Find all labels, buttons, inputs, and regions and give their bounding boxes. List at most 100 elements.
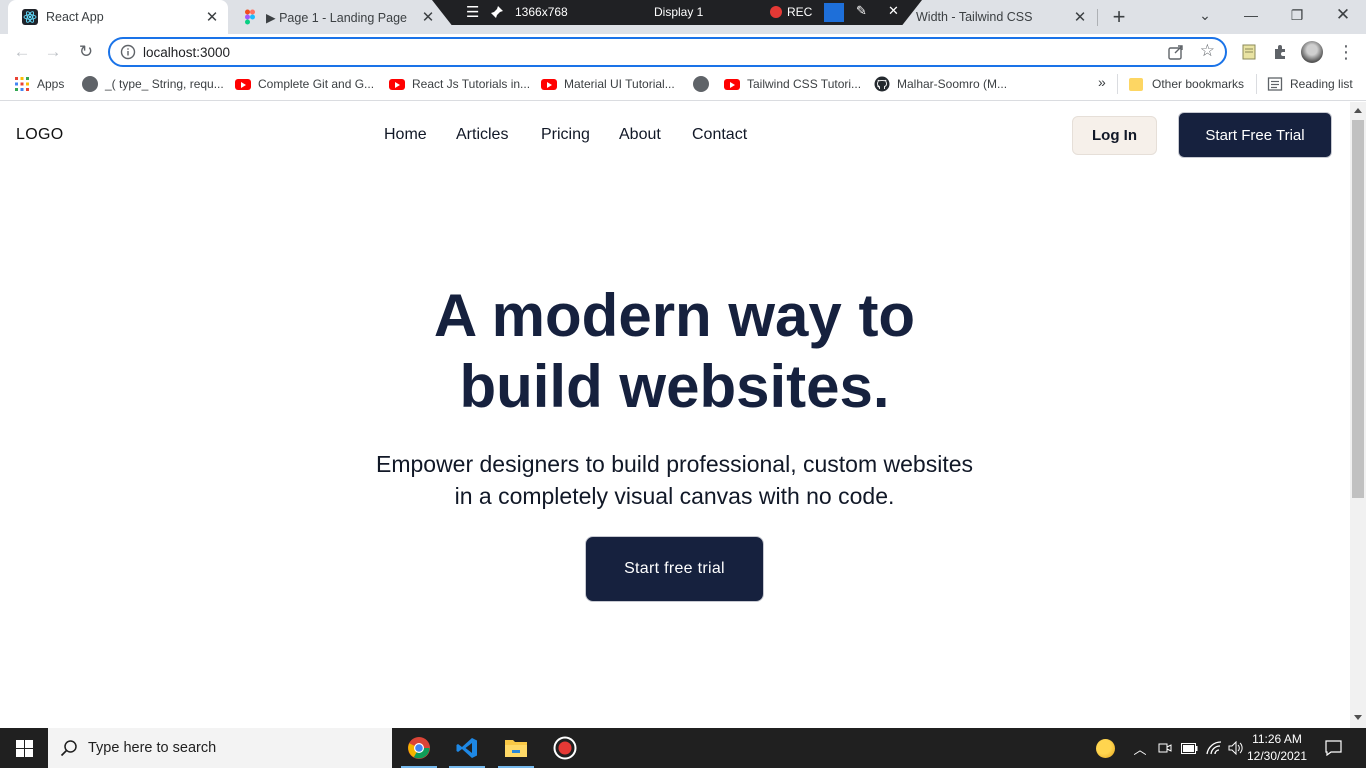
close-recorder-icon[interactable]: ✕: [888, 3, 899, 19]
vscode-icon: [456, 738, 477, 758]
system-clock[interactable]: 11:26 AM 12/30/2021: [1246, 731, 1308, 765]
bookmark-material-ui[interactable]: Material UI Tutorial...: [541, 76, 675, 92]
back-button[interactable]: ←: [9, 39, 35, 65]
draw-tool-icon[interactable]: [824, 3, 844, 22]
address-bar[interactable]: localhost:3000 ☆: [108, 37, 1227, 67]
reading-list[interactable]: Reading list: [1267, 76, 1353, 92]
youtube-icon: [389, 76, 405, 92]
tab-figma-landing-page[interactable]: ▶ Page 1 - Landing Page ✕: [228, 0, 444, 34]
hero-title-line: A modern way to: [433, 282, 916, 349]
start-free-trial-button[interactable]: Start Free Trial: [1178, 112, 1332, 158]
profile-avatar[interactable]: [1299, 39, 1325, 65]
menu-icon[interactable]: ☰: [466, 3, 479, 21]
figma-icon: [245, 9, 255, 25]
meet-now-icon[interactable]: [1156, 728, 1174, 768]
browser-toolbar: ← → ↻ localhost:3000 ☆ ⋮: [0, 34, 1366, 70]
notifications-icon[interactable]: [1320, 728, 1346, 768]
reading-mode-icon[interactable]: [1236, 39, 1262, 65]
globe-icon: [82, 76, 98, 92]
bookmark-divider: [1117, 74, 1118, 94]
recorder-icon: [553, 736, 577, 760]
record-dot-icon: [770, 6, 782, 18]
close-tab-icon[interactable]: ✕: [418, 7, 438, 27]
tab-react-app[interactable]: React App ✕: [8, 0, 228, 34]
hero-cta-button[interactable]: Start free trial: [585, 536, 764, 602]
battery-icon[interactable]: [1179, 728, 1199, 768]
react-icon: [22, 9, 38, 25]
bookmark-tailwind[interactable]: Tailwind CSS Tutori...: [724, 76, 861, 92]
bookmark-react[interactable]: React Js Tutorials in...: [389, 76, 530, 92]
scroll-up-arrow-icon[interactable]: [1354, 108, 1362, 113]
volume-icon[interactable]: [1226, 728, 1246, 768]
restore-button[interactable]: ❐: [1274, 0, 1320, 30]
reload-button[interactable]: ↻: [73, 39, 99, 65]
close-window-button[interactable]: ✕: [1320, 0, 1366, 30]
recorder-resolution: 1366x768: [515, 5, 568, 19]
taskbar-search-box[interactable]: Type here to search: [48, 728, 392, 768]
other-bookmarks-label: Other bookmarks: [1152, 77, 1245, 91]
pin-icon[interactable]: [490, 5, 504, 19]
close-tab-icon[interactable]: ✕: [202, 7, 222, 27]
close-tab-icon[interactable]: ✕: [1070, 7, 1090, 27]
hero-subtitle-line: Empower designers to build professional,…: [375, 451, 973, 477]
wifi-icon[interactable]: [1204, 728, 1224, 768]
recorder-rec-label[interactable]: REC: [787, 5, 812, 19]
page-scrollbar[interactable]: [1350, 102, 1366, 728]
hero-title: A modern way to build websites.: [300, 280, 1049, 422]
minimize-button[interactable]: —: [1228, 0, 1274, 30]
bookmark-globe[interactable]: [693, 76, 716, 92]
chrome-icon: [408, 737, 430, 759]
new-tab-button[interactable]: +: [1107, 4, 1131, 29]
show-hidden-icons-icon[interactable]: ︿: [1130, 728, 1150, 768]
screen: React App ✕ ▶ Page 1 - Landing Page ✕ Wi…: [0, 0, 1366, 768]
forward-button[interactable]: →: [40, 39, 66, 65]
hero-subtitle: Empower designers to build professional,…: [300, 448, 1049, 512]
bookmark-github[interactable]: Malhar-Soomro (M...: [874, 76, 1007, 92]
bookmark-label: React Js Tutorials in...: [412, 77, 531, 91]
taskbar-vscode[interactable]: [443, 728, 491, 768]
scrollbar-thumb[interactable]: [1352, 120, 1364, 498]
search-placeholder: Type here to search: [88, 740, 217, 756]
bookmark-label: _( type_ String, requ...: [105, 77, 224, 91]
bookmark-type-string[interactable]: _( type_ String, requ...: [82, 76, 224, 92]
apps-grid-icon: [15, 77, 29, 91]
pen-icon[interactable]: ✎: [856, 3, 867, 19]
nav-home[interactable]: Home: [384, 126, 427, 144]
bookmark-label: Complete Git and G...: [258, 77, 375, 91]
screen-recorder-bar: ☰ 1366x768 Display 1 REC ✎ ✕: [432, 0, 922, 25]
windows-taskbar: Type here to search ︿ 11:26 AM 12/30/202…: [0, 728, 1366, 768]
taskbar-chrome[interactable]: [395, 728, 443, 768]
recorder-display[interactable]: Display 1: [654, 5, 703, 19]
nav-articles[interactable]: Articles: [456, 126, 508, 144]
tab-title: ▶ Page 1 - Landing Page: [266, 10, 407, 25]
nav-pricing[interactable]: Pricing: [541, 126, 590, 144]
scroll-down-arrow-icon[interactable]: [1354, 715, 1362, 720]
start-button[interactable]: [0, 728, 48, 768]
bookmarks-bar: Apps _( type_ String, requ... Complete G…: [0, 70, 1366, 101]
tab-search-icon[interactable]: ⌄: [1182, 0, 1228, 30]
site-logo[interactable]: LOGO: [16, 126, 63, 144]
folder-icon: [1129, 76, 1145, 92]
url-text: localhost:3000: [143, 45, 231, 60]
weather-icon[interactable]: [1093, 728, 1117, 768]
hero-subtitle-line: in a completely visual canvas with no co…: [454, 483, 895, 509]
login-button[interactable]: Log In: [1072, 116, 1157, 155]
extensions-icon[interactable]: [1267, 39, 1293, 65]
bookmark-apps[interactable]: Apps: [14, 76, 64, 92]
taskbar-recorder[interactable]: [541, 728, 589, 768]
share-icon[interactable]: [1167, 43, 1185, 61]
nav-contact[interactable]: Contact: [692, 126, 747, 144]
tab-separator: [1097, 9, 1098, 26]
bookmarks-overflow-button[interactable]: »: [1098, 74, 1106, 90]
bookmark-label: Apps: [37, 77, 65, 91]
nav-about[interactable]: About: [619, 126, 661, 144]
file-explorer-icon: [505, 740, 527, 757]
bookmark-label: Material UI Tutorial...: [564, 77, 675, 91]
bookmark-divider: [1256, 74, 1257, 94]
taskbar-file-explorer[interactable]: [492, 728, 540, 768]
info-icon[interactable]: [120, 44, 136, 60]
bookmark-git[interactable]: Complete Git and G...: [235, 76, 374, 92]
other-bookmarks[interactable]: Other bookmarks: [1129, 76, 1244, 92]
chrome-menu-icon[interactable]: ⋮: [1333, 39, 1359, 65]
bookmark-star-icon[interactable]: ☆: [1200, 41, 1215, 61]
